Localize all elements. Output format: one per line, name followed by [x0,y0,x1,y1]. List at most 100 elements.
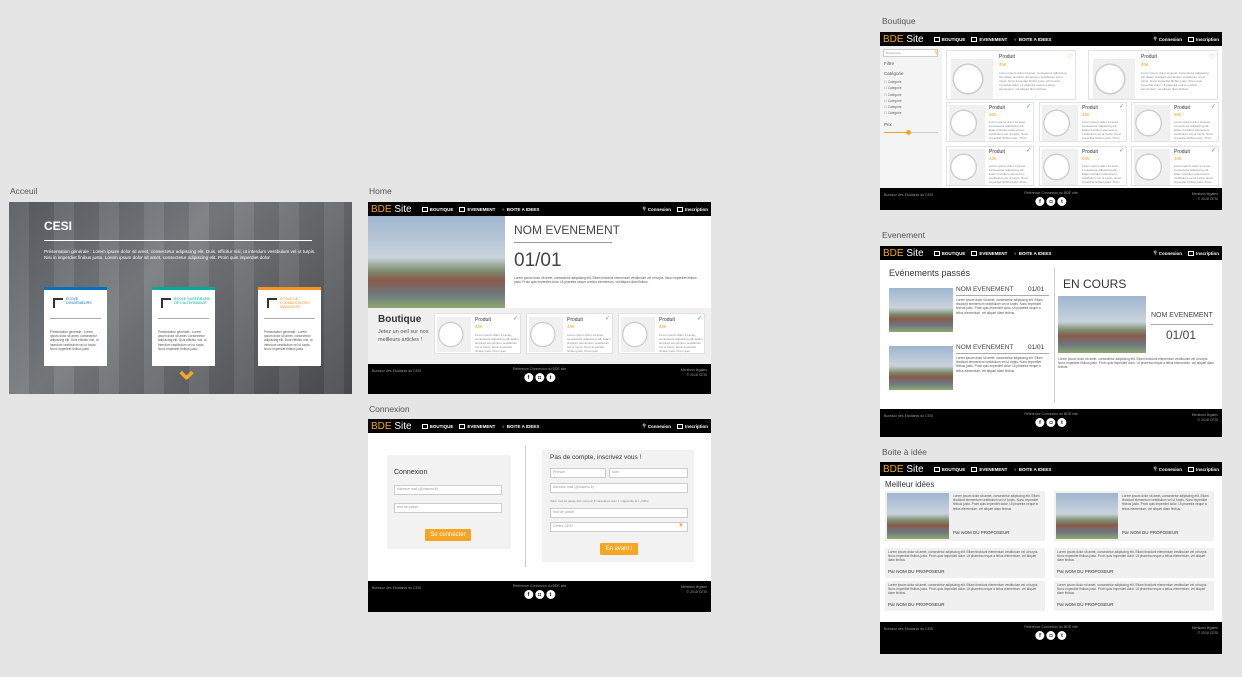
nav-idees[interactable]: ♀ BOITE A IDEES [501,207,539,212]
product-card[interactable]: Produit 40€ ✓ Lorem ipsum dolor sit amet… [526,313,613,354]
nav-connexion[interactable]: ⚲ Connexion [642,206,671,212]
idea-card[interactable]: Lorem ipsum dolor sit amet, consectetur … [885,581,1045,611]
heart-icon[interactable]: ♡ [1067,53,1073,61]
connexion-frame: BDE Site BOUTIQUE EVENEMENT ♀ BOITE A IDE… [368,419,711,612]
nav-boutique[interactable]: BOUTIQUE [933,36,965,42]
nav-evenement[interactable]: EVENEMENT [971,250,1007,256]
facebook-icon[interactable]: f [524,590,533,599]
signup-button[interactable]: En avant ! [600,543,638,555]
product-card[interactable]: Produit 40€ ✓ Lorem ipsum dolor sit amet… [434,313,521,354]
idea-card[interactable]: Lorem ipsum dolor sit amet, consectetur … [1054,491,1214,541]
signup-icon [676,423,683,429]
idea-card[interactable]: Lorem ipsum dolor sit amet, consectetur … [885,548,1045,578]
past-event[interactable]: NOM EVENEMENT 01/01 Lorem ipsum dolor si… [889,286,1049,336]
signup-icon [676,206,683,212]
instagram-icon[interactable]: ◘ [535,590,544,599]
idea-card[interactable]: Lorem ipsum dolor sit amet, consectetur … [1054,548,1214,578]
brand-logo[interactable]: BDE Site [883,34,924,45]
product-card[interactable]: Produit 40€ ✓ Lorem ipsum dolor sit amet,… [946,146,1034,186]
nav-evenement[interactable]: EVENEMENT [971,466,1007,472]
product-card[interactable]: Produit 40€ ✓ Lorem ipsum dolor sit amet,… [1039,102,1127,142]
category-checkbox[interactable]: ☐ Catégorie [884,110,934,116]
boutique-frame: BDE Site BOUTIQUE EVENEMENT ♀ BOITE A IDE… [880,32,1222,210]
price-slider[interactable] [884,130,938,135]
instagram-icon[interactable]: ◘ [1046,197,1056,206]
nav-boutique[interactable]: BOUTIQUE [421,206,453,212]
brand-logo[interactable]: BDE Site [883,248,924,259]
product-card[interactable]: Produit 40€ ✓ Lorem ipsum dolor sit amet… [618,313,705,354]
twitter-icon[interactable]: t [1057,197,1067,206]
twitter-icon[interactable]: t [546,590,555,599]
current-event-photo[interactable] [1058,296,1146,353]
check-icon[interactable]: ✓ [1211,103,1216,110]
nav-boutique[interactable]: BOUTIQUE [933,466,965,472]
nav-evenement[interactable]: EVENEMENT [459,206,495,212]
brand-logo[interactable]: BDE Site [371,204,412,215]
past-event[interactable]: NOM EVENEMENT 01/01 Lorem ipsum dolor si… [889,344,1049,394]
nav-idees[interactable]: ♀ BOITE A IDEES [501,424,539,429]
footer: Bureaux des Etudiants du CESI Référence … [880,409,1222,437]
idea-card[interactable]: Lorem ipsum dolor sit amet, consectetur … [885,491,1045,541]
check-icon[interactable]: ✓ [1119,103,1124,110]
nav-inscription[interactable]: Inscription [1187,466,1219,472]
product-card[interactable]: Produit 40€ ✓ Lorem ipsum dolor sit amet,… [1039,146,1127,186]
nav-inscription[interactable]: Inscription [676,206,708,212]
school-card-managers[interactable]: ÉCOLE DE FORMATION DES MANAGERS Présenta… [258,287,321,366]
signup-icon [1187,466,1194,472]
idea-card[interactable]: Lorem ipsum dolor sit amet, consectetur … [1054,581,1214,611]
login-email-input[interactable]: Adresse mail (@viacesi.fr) [394,485,502,495]
nav-evenement[interactable]: EVENEMENT [459,423,495,429]
product-card-featured[interactable]: Produit 40€ ♡ Lorem ipsum dolor sit amet… [946,50,1076,100]
nav-idees[interactable]: ♀ BOITE A IDEES [1013,467,1051,472]
brand-logo[interactable]: BDE Site [883,464,924,475]
nav-boutique[interactable]: BOUTIQUE [421,423,453,429]
instagram-icon[interactable]: ◘ [1046,418,1056,427]
firstname-input[interactable]: Prénom [550,468,606,478]
twitter-icon[interactable]: t [1057,418,1067,427]
facebook-icon[interactable]: f [524,373,533,382]
product-card-featured[interactable]: Produit 40€ ♡ Lorem ipsum dolor sit amet… [1088,50,1218,100]
nav-connexion[interactable]: ⚲ Connexion [1153,466,1182,472]
navbar: BDE Site BOUTIQUE EVENEMENT ♀ BOITE A IDE… [880,462,1222,476]
nav-connexion[interactable]: ⚲ Connexion [1153,250,1182,256]
nav-inscription[interactable]: Inscription [1187,250,1219,256]
login-button[interactable]: Se connecter [425,529,471,541]
check-icon[interactable]: ✓ [697,315,702,322]
heart-icon[interactable]: ♡ [1209,53,1215,61]
facebook-icon[interactable]: f [1035,631,1045,640]
signup-email-input[interactable]: Adresse mail (@viacesi.fr) [550,483,688,493]
search-input[interactable]: Recherche [883,49,938,57]
search-icon[interactable]: ⚲ [934,49,938,56]
facebook-icon[interactable]: f [1035,418,1045,427]
facebook-icon[interactable]: f [1035,197,1045,206]
check-icon[interactable]: ✓ [1211,147,1216,154]
school-card-ingenieurs[interactable]: ÉCOLE D'INGÉNIEURS Présentation générale… [44,287,107,366]
nav-evenement[interactable]: EVENEMENT [971,36,1007,42]
check-icon[interactable]: ✓ [513,315,518,322]
product-card[interactable]: Produit 40€ ✓ Lorem ipsum dolor sit amet,… [1131,102,1219,142]
brand-logo[interactable]: BDE Site [371,421,412,432]
nav-idees[interactable]: ♀ BOITE A IDEES [1013,251,1051,256]
nav-inscription[interactable]: Inscription [1187,36,1219,42]
product-card[interactable]: Produit 40€ ✓ Lorem ipsum dolor sit amet,… [1131,146,1219,186]
centre-select[interactable]: Centre CESI ▼ [550,522,688,532]
twitter-icon[interactable]: t [546,373,555,382]
check-icon[interactable]: ✓ [605,315,610,322]
lastname-input[interactable]: Nom [609,468,688,478]
scroll-down-icon[interactable]: ⌄ [174,355,199,385]
signup-password-input[interactable]: mot de passe [550,508,688,518]
login-password-input[interactable]: mot de passe [394,503,502,513]
product-card[interactable]: Produit 40€ ✓ Lorem ipsum dolor sit amet,… [946,102,1034,142]
event-photo [368,216,505,308]
instagram-icon[interactable]: ◘ [535,373,544,382]
nav-connexion[interactable]: ⚲ Connexion [642,423,671,429]
check-icon[interactable]: ✓ [1026,103,1031,110]
nav-idees[interactable]: ♀ BOITE A IDEES [1013,37,1051,42]
nav-boutique[interactable]: BOUTIQUE [933,250,965,256]
check-icon[interactable]: ✓ [1119,147,1124,154]
nav-inscription[interactable]: Inscription [676,423,708,429]
instagram-icon[interactable]: ◘ [1046,631,1056,640]
twitter-icon[interactable]: t [1057,631,1067,640]
check-icon[interactable]: ✓ [1026,147,1031,154]
nav-connexion[interactable]: ⚲ Connexion [1153,36,1182,42]
